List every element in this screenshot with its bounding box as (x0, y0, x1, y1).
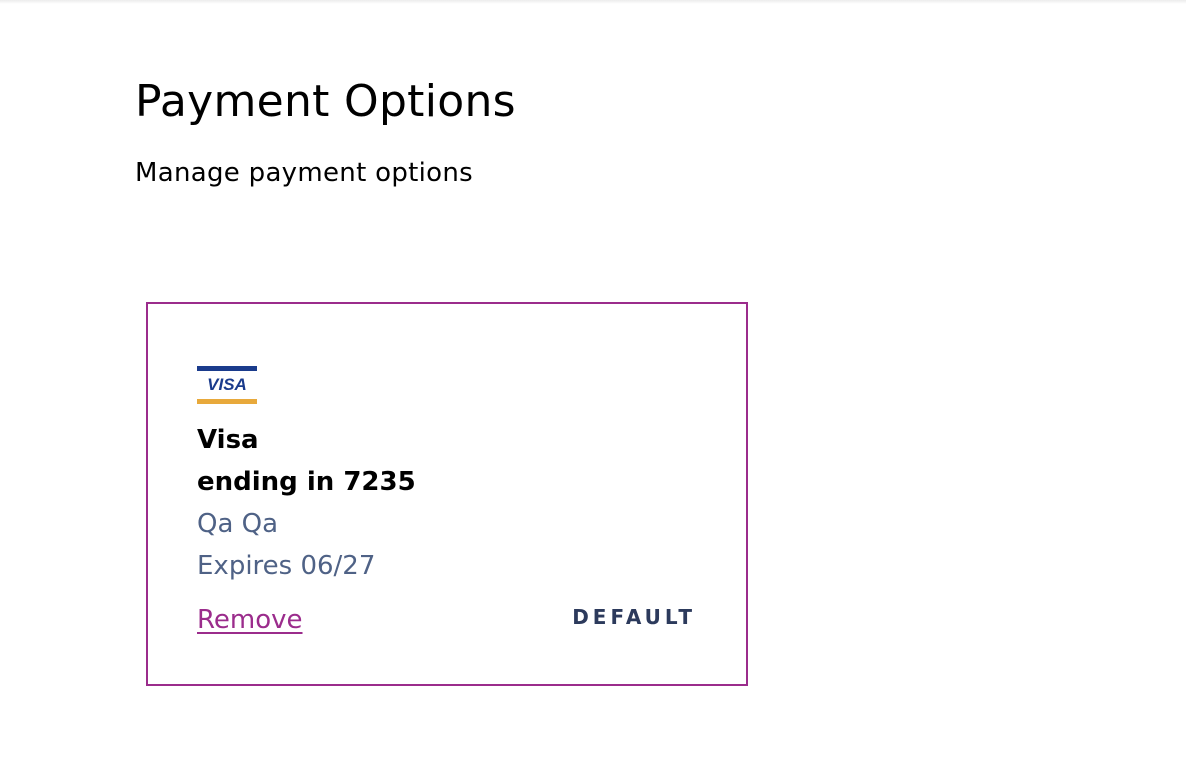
card-holder-name: Qa Qa (197, 509, 279, 539)
payment-options-page: Payment Options Manage payment options V… (0, 0, 1186, 762)
visa-logo-icon: VISA (197, 366, 257, 404)
remove-card-link[interactable]: Remove (197, 600, 303, 640)
card-expiry: Expires 06/27 (197, 551, 376, 581)
payment-card: VISA Visa ending in 7235 Qa Qa Expires 0… (146, 302, 748, 686)
logo-text: VISA (207, 375, 247, 394)
logo-bottom-bar (197, 399, 257, 404)
default-badge: DEFAULT (572, 605, 696, 629)
card-brand: Visa (197, 425, 259, 455)
page-title: Payment Options (135, 76, 516, 127)
card-ending: ending in 7235 (197, 467, 416, 497)
page-subtitle: Manage payment options (135, 158, 473, 188)
logo-top-bar (197, 366, 257, 371)
